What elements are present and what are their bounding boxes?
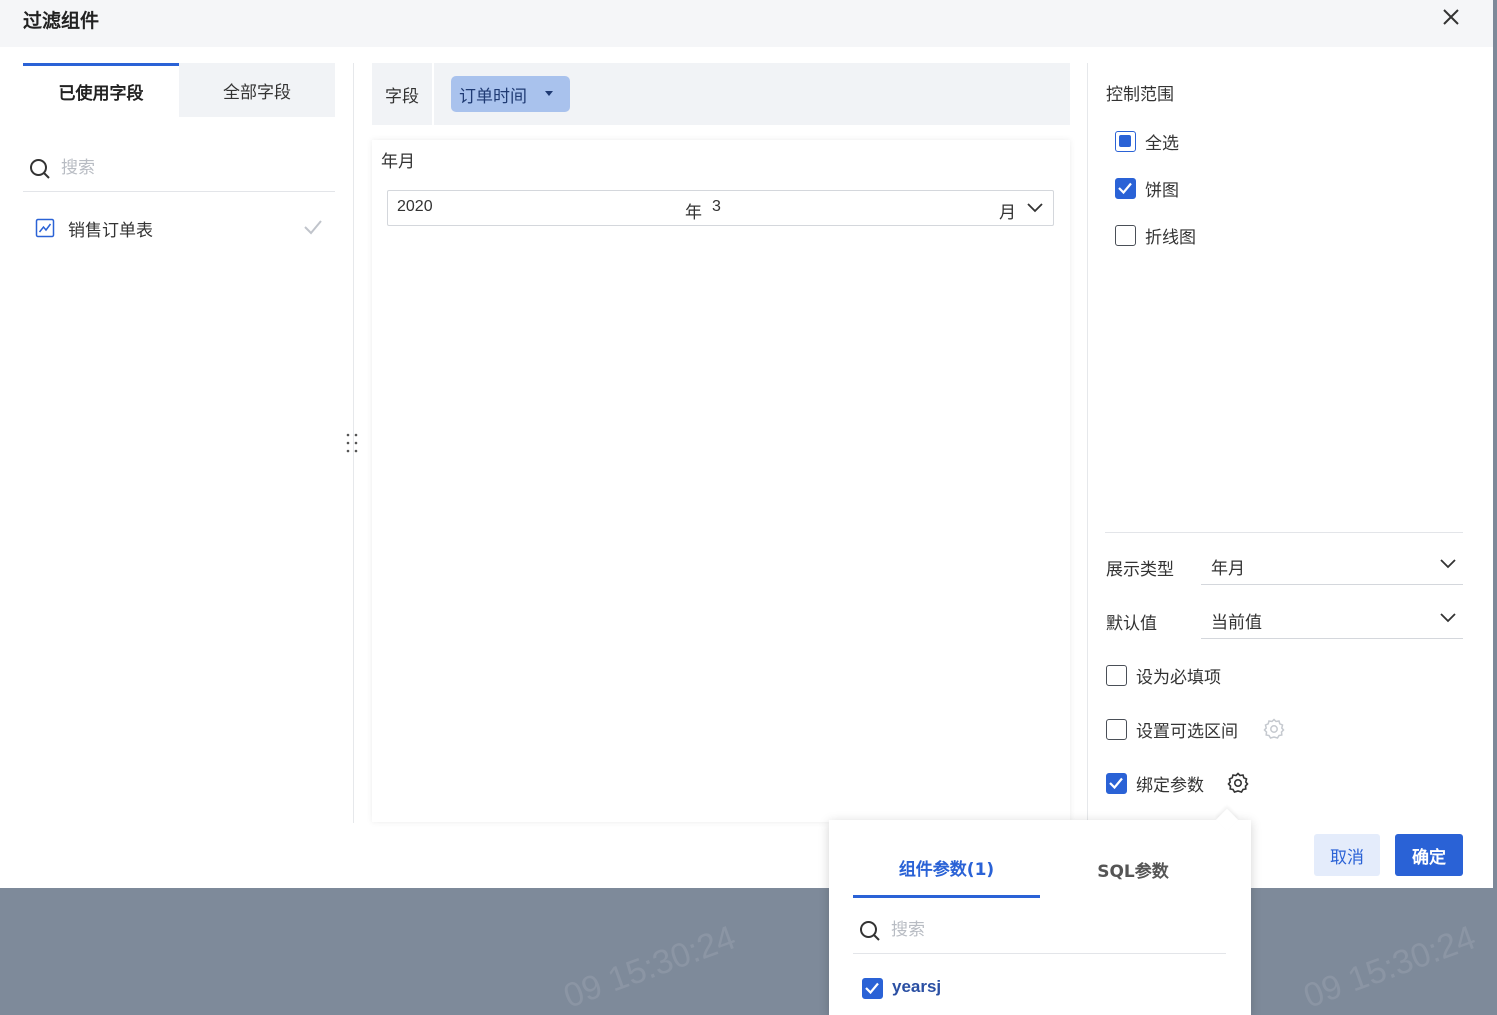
checkmark-icon	[1109, 777, 1123, 790]
chevron-down-icon	[1440, 613, 1456, 623]
dataset-chart-icon	[35, 218, 55, 238]
select-all-checkbox[interactable]	[1115, 131, 1136, 152]
field-tabs: 已使用字段 全部字段	[23, 63, 335, 117]
field-bar: 字段 订单时间	[372, 63, 1070, 125]
param-yearsj-label: yearsj	[892, 977, 942, 996]
drag-dots-icon	[346, 433, 358, 453]
range-checkbox[interactable]	[1106, 719, 1127, 740]
tab-used-fields[interactable]: 已使用字段	[23, 63, 179, 117]
bind-param-label: 绑定参数	[1136, 776, 1204, 796]
filter-component-dialog: 过滤组件 已使用字段 全部字段 销售订单表 字段 订单时间 年月 2020 年 …	[0, 0, 1493, 888]
line-chart-label: 折线图	[1145, 228, 1196, 248]
tab-sql-params[interactable]: SQL参数	[1040, 840, 1226, 898]
field-search	[23, 146, 335, 192]
select-all-label: 全选	[1145, 134, 1179, 154]
tab-all-fields[interactable]: 全部字段	[179, 63, 335, 117]
close-button[interactable]	[1438, 4, 1466, 32]
search-icon	[30, 159, 50, 179]
checkmark-icon	[1118, 182, 1132, 195]
gear-icon[interactable]	[1263, 718, 1285, 740]
line-chart-checkbox[interactable]	[1115, 225, 1136, 246]
dataset-item[interactable]: 销售订单表	[23, 208, 335, 248]
pie-chart-checkbox[interactable]	[1115, 178, 1136, 199]
param-search-input[interactable]	[891, 916, 1211, 944]
display-type-value: 年月	[1211, 559, 1245, 579]
tab-component-params[interactable]: 组件参数(1)	[853, 840, 1040, 898]
watermark-text: 09 15:30:24	[1298, 918, 1481, 1015]
field-label: 字段	[372, 63, 434, 125]
panel-divider	[1087, 63, 1088, 823]
field-chip-order-time[interactable]: 订单时间	[451, 76, 570, 112]
section-divider	[1105, 532, 1463, 533]
check-icon	[304, 220, 322, 235]
checkmark-icon	[865, 982, 879, 995]
caret-down-icon	[545, 91, 553, 96]
display-type-label: 展示类型	[1106, 560, 1174, 580]
close-icon	[1443, 9, 1459, 25]
gear-icon[interactable]	[1227, 772, 1249, 794]
preview-title: 年月	[381, 152, 415, 172]
dataset-item-label: 销售订单表	[68, 221, 153, 241]
chevron-down-icon	[1027, 203, 1043, 213]
search-icon	[860, 921, 880, 941]
bind-param-checkbox[interactable]	[1106, 773, 1127, 794]
watermark-text: 09 15:30:24	[558, 918, 741, 1015]
confirm-button[interactable]: 确定	[1395, 834, 1463, 876]
dialog-header: 过滤组件	[0, 0, 1493, 47]
default-value-select[interactable]: 当前值	[1201, 603, 1463, 639]
default-value-label: 默认值	[1106, 614, 1157, 634]
param-yearsj-checkbox[interactable]	[862, 978, 883, 999]
field-search-input[interactable]	[61, 154, 321, 182]
chevron-down-icon	[1440, 559, 1456, 569]
filter-preview: 年月 2020 年 3 月	[372, 140, 1070, 822]
param-search	[853, 908, 1226, 954]
page-backdrop: 09 15:30:24 09 15:30:24	[0, 888, 1497, 1015]
range-label: 设置可选区间	[1136, 722, 1238, 742]
display-type-select[interactable]: 年月	[1201, 549, 1463, 585]
pie-chart-label: 饼图	[1145, 181, 1179, 201]
resize-handle[interactable]	[344, 432, 360, 454]
picker-year: 2020	[397, 198, 433, 215]
dialog-title: 过滤组件	[23, 10, 100, 32]
cancel-button[interactable]: 取消	[1314, 834, 1380, 876]
picker-month: 3	[712, 198, 721, 215]
required-checkbox[interactable]	[1106, 665, 1127, 686]
picker-year-unit: 年	[685, 203, 702, 223]
default-value-value: 当前值	[1211, 613, 1262, 633]
field-chip-label: 订单时间	[459, 86, 527, 107]
picker-month-unit: 月	[999, 203, 1016, 223]
year-month-picker[interactable]: 2020 年 3 月	[387, 190, 1054, 226]
required-label: 设为必填项	[1136, 668, 1221, 688]
control-range-title: 控制范围	[1106, 85, 1174, 105]
